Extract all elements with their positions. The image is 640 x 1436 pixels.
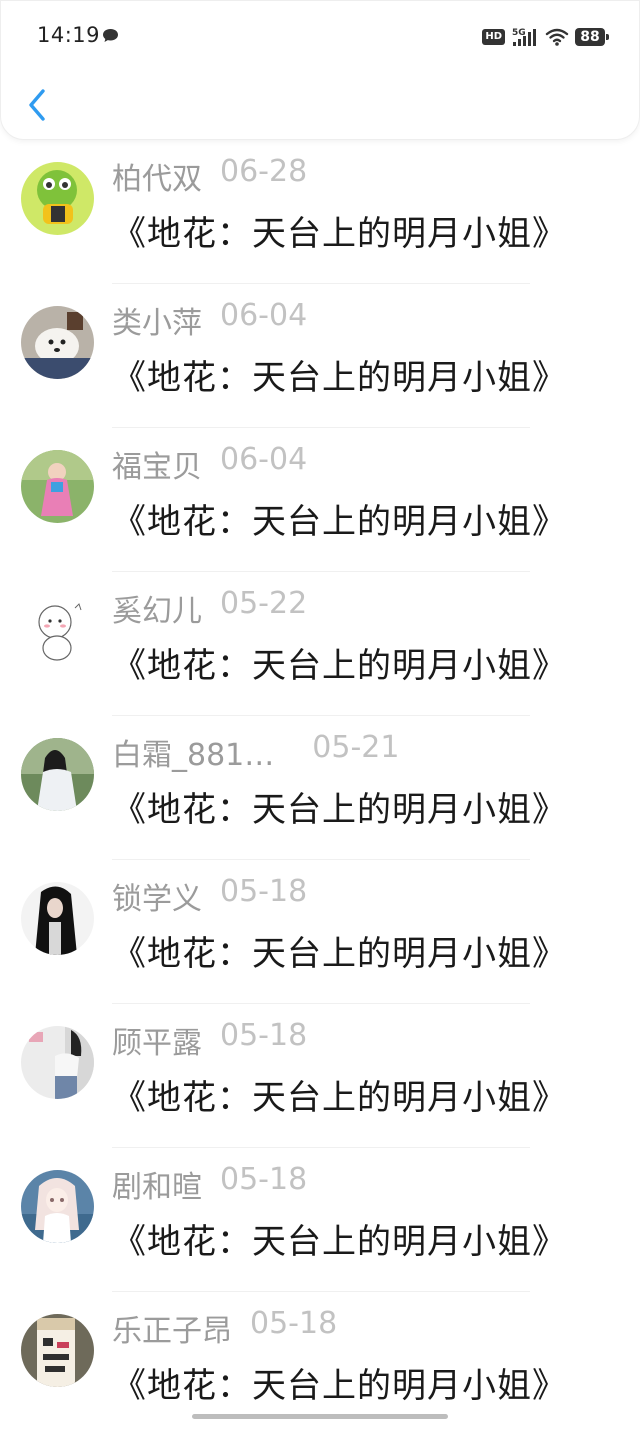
- avatar[interactable]: [21, 738, 94, 811]
- item-title[interactable]: 《地花：天台上的明月小姐》: [112, 1070, 567, 1119]
- list-item[interactable]: 顾平露 05-18 《地花：天台上的明月小姐》: [0, 1004, 640, 1148]
- item-meta: 奚幻儿 05-22: [112, 586, 308, 629]
- chat-bubble-icon: [103, 29, 118, 42]
- user-name[interactable]: 顾平露: [112, 1018, 202, 1061]
- status-time: 14:19: [37, 23, 101, 47]
- chevron-left-icon: [29, 89, 45, 121]
- like-list: 柏代双 06-28 《地花：天台上的明月小姐》 类小萍 06-04 《地花：天台…: [0, 140, 640, 1436]
- status-bar: 14:19 HD 5G 88: [1, 19, 640, 53]
- item-date: 06-28: [220, 154, 308, 189]
- back-button[interactable]: [21, 85, 53, 125]
- item-title[interactable]: 《地花：天台上的明月小姐》: [112, 1214, 567, 1263]
- signal-icon: 5G: [512, 28, 536, 46]
- item-meta: 乐正子昂 05-18: [112, 1306, 338, 1349]
- item-meta: 顾平露 05-18: [112, 1018, 308, 1061]
- avatar[interactable]: [21, 450, 94, 523]
- home-indicator: [192, 1414, 448, 1419]
- list-item[interactable]: 剧和暄 05-18 《地花：天台上的明月小姐》: [0, 1148, 640, 1292]
- avatar[interactable]: [21, 882, 94, 955]
- item-meta: 柏代双 06-28: [112, 154, 308, 197]
- item-date: 05-22: [220, 586, 308, 621]
- item-title[interactable]: 《地花：天台上的明月小姐》: [112, 926, 567, 975]
- battery-icon: 88: [575, 28, 609, 46]
- hd-badge: HD: [482, 29, 505, 45]
- item-date: 05-21: [312, 730, 400, 765]
- item-title[interactable]: 《地花：天台上的明月小姐》: [112, 494, 567, 543]
- avatar[interactable]: [21, 594, 94, 667]
- item-meta: 类小萍 06-04: [112, 298, 308, 341]
- item-meta: 锁学义 05-18: [112, 874, 308, 917]
- item-meta: 白霜_881… 05-21: [112, 730, 400, 773]
- item-date: 06-04: [220, 442, 308, 477]
- item-meta: 剧和暄 05-18: [112, 1162, 308, 1205]
- list-item[interactable]: 福宝贝 06-04 《地花：天台上的明月小姐》: [0, 428, 640, 572]
- wifi-icon: [545, 28, 569, 46]
- list-item[interactable]: 锁学义 05-18 《地花：天台上的明月小姐》: [0, 860, 640, 1004]
- user-name[interactable]: 福宝贝: [112, 442, 202, 485]
- item-title[interactable]: 《地花：天台上的明月小姐》: [112, 1358, 567, 1407]
- top-bar: 14:19 HD 5G 88: [0, 0, 640, 140]
- avatar[interactable]: [21, 306, 94, 379]
- avatar[interactable]: [21, 1170, 94, 1243]
- user-name[interactable]: 乐正子昂: [112, 1306, 232, 1349]
- user-name[interactable]: 类小萍: [112, 298, 202, 341]
- avatar[interactable]: [21, 1026, 94, 1099]
- item-meta: 福宝贝 06-04: [112, 442, 308, 485]
- list-item[interactable]: 类小萍 06-04 《地花：天台上的明月小姐》: [0, 284, 640, 428]
- item-title[interactable]: 《地花：天台上的明月小姐》: [112, 638, 567, 687]
- item-date: 05-18: [250, 1306, 338, 1341]
- user-name[interactable]: 锁学义: [112, 874, 202, 917]
- user-name[interactable]: 柏代双: [112, 154, 202, 197]
- item-date: 05-18: [220, 874, 308, 909]
- item-date: 05-18: [220, 1018, 308, 1053]
- user-name[interactable]: 白霜_881…: [112, 730, 274, 773]
- avatar[interactable]: [21, 162, 94, 235]
- item-date: 06-04: [220, 298, 308, 333]
- item-date: 05-18: [220, 1162, 308, 1197]
- status-icons: HD 5G 88: [482, 25, 609, 49]
- item-title[interactable]: 《地花：天台上的明月小姐》: [112, 782, 567, 831]
- list-item[interactable]: 柏代双 06-28 《地花：天台上的明月小姐》: [0, 140, 640, 284]
- list-item[interactable]: 白霜_881… 05-21 《地花：天台上的明月小姐》: [0, 716, 640, 860]
- item-title[interactable]: 《地花：天台上的明月小姐》: [112, 350, 567, 399]
- user-name[interactable]: 奚幻儿: [112, 586, 202, 629]
- user-name[interactable]: 剧和暄: [112, 1162, 202, 1205]
- avatar[interactable]: [21, 1314, 94, 1387]
- list-item[interactable]: 奚幻儿 05-22 《地花：天台上的明月小姐》: [0, 572, 640, 716]
- item-title[interactable]: 《地花：天台上的明月小姐》: [112, 206, 567, 255]
